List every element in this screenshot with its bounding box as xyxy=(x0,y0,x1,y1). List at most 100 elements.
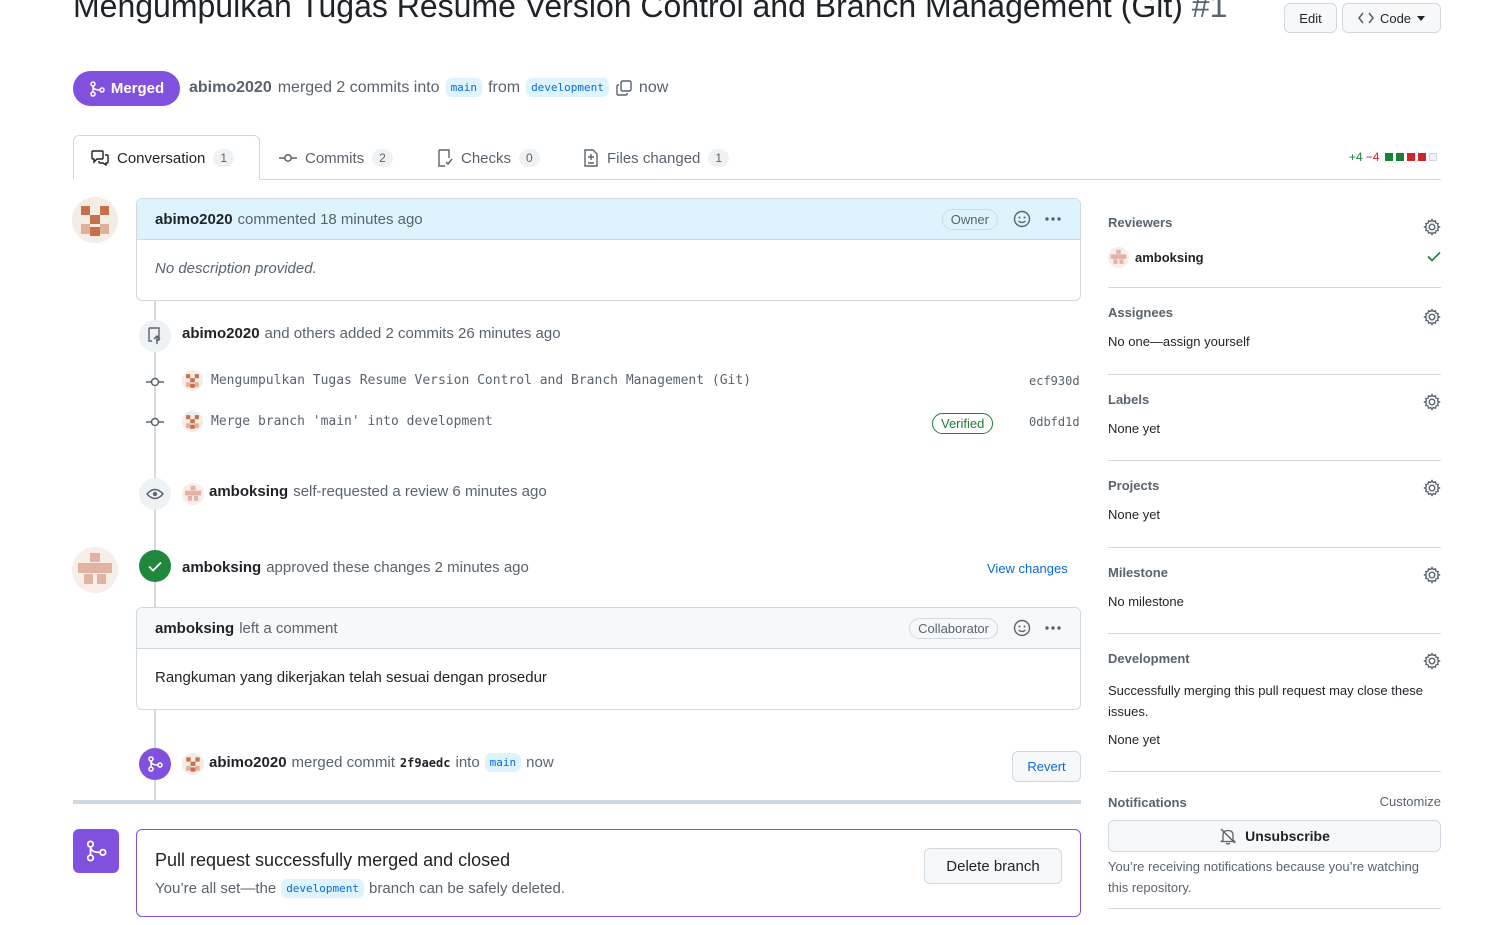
merge-status-box: Pull request successfully merged and clo… xyxy=(136,829,1081,917)
revert-button[interactable]: Revert xyxy=(1012,751,1081,782)
pr-author-link[interactable]: abimo2020 xyxy=(189,79,272,97)
commits-added-event: abimo2020 and others added 2 commits 26 … xyxy=(182,325,561,342)
comment-header: abimo2020 commented 18 minutes ago Owner xyxy=(137,199,1080,240)
gear-icon[interactable] xyxy=(1423,218,1441,236)
avatar[interactable] xyxy=(72,197,118,243)
pr-title: Mengumpulkan Tugas Resume Version Contro… xyxy=(73,0,1183,24)
merge-commit-sha[interactable]: 2f9aedc xyxy=(400,756,451,770)
event-author[interactable]: amboksing xyxy=(209,483,288,500)
unsubscribe-button[interactable]: Unsubscribe xyxy=(1108,820,1441,852)
sidebar-notifications: Notifications Customize xyxy=(1108,794,1441,810)
pr-merged-text: merged 2 commits into xyxy=(277,78,440,96)
sidebar-milestone-title[interactable]: Milestone xyxy=(1108,565,1441,580)
avatar[interactable] xyxy=(182,370,203,391)
code-button[interactable]: Code xyxy=(1342,3,1441,33)
page-title: Mengumpulkan Tugas Resume Version Contro… xyxy=(73,0,1273,30)
avatar[interactable] xyxy=(72,547,118,593)
check-icon xyxy=(139,550,171,582)
avatar[interactable] xyxy=(182,483,204,505)
comment-author[interactable]: abimo2020 xyxy=(155,211,233,228)
merge-icon xyxy=(90,80,105,97)
sidebar-projects-title[interactable]: Projects xyxy=(1108,478,1441,493)
view-changes-link[interactable]: View changes xyxy=(987,561,1068,576)
event-text: approved these changes 2 minutes ago xyxy=(266,559,529,576)
tab-commits-label: Commits xyxy=(305,149,365,167)
gear-icon[interactable] xyxy=(1423,566,1441,584)
unsubscribe-label: Unsubscribe xyxy=(1245,828,1330,844)
kebab-horizontal-icon[interactable] xyxy=(1044,625,1062,631)
commit-message-link[interactable]: Mengumpulkan Tugas Resume Version Contro… xyxy=(211,373,751,388)
sidebar-development: Development Successfully merging this pu… xyxy=(1108,651,1441,772)
merge-box-text-after: branch can be safely deleted. xyxy=(369,880,566,897)
comment-header: amboksing left a comment Collaborator xyxy=(137,608,1080,649)
gear-icon[interactable] xyxy=(1423,308,1441,326)
base-branch[interactable]: main xyxy=(484,753,522,772)
kebab-horizontal-icon[interactable] xyxy=(1044,216,1062,222)
approval-event: amboksing approved these changes 2 minut… xyxy=(182,559,529,576)
customize-link[interactable]: Customize xyxy=(1380,794,1441,809)
review-request-event: amboksing self-requested a review 6 minu… xyxy=(209,483,547,500)
file-diff-icon xyxy=(584,149,598,167)
tab-files-changed-label: Files changed xyxy=(607,149,701,167)
code-label: Code xyxy=(1379,10,1412,26)
commit-sha-link[interactable]: ecf930d xyxy=(1029,374,1080,388)
collaborator-badge: Collaborator xyxy=(909,617,998,639)
diffstat: +4 −4 xyxy=(1349,150,1438,164)
event-author[interactable]: abimo2020 xyxy=(209,754,287,771)
sidebar-development-title[interactable]: Development xyxy=(1108,651,1441,666)
edit-button[interactable]: Edit xyxy=(1284,3,1337,33)
sidebar-assignees-title[interactable]: Assignees xyxy=(1108,305,1441,320)
delete-branch-button[interactable]: Delete branch xyxy=(924,848,1062,884)
avatar[interactable] xyxy=(182,411,203,432)
tab-commits-count: 2 xyxy=(372,149,393,167)
smiley-icon[interactable] xyxy=(1013,619,1031,637)
reviewer-row[interactable]: amboksing xyxy=(1108,247,1204,268)
approved-check-icon xyxy=(1427,251,1441,262)
smiley-icon[interactable] xyxy=(1013,210,1031,228)
tab-conversation-count: 1 xyxy=(213,149,235,167)
comment-meta: left a comment xyxy=(239,619,338,637)
diffstat-block xyxy=(1385,153,1394,161)
base-branch[interactable]: main xyxy=(445,78,483,97)
commit-message-link[interactable]: Merge branch 'main' into development xyxy=(211,414,493,429)
bell-slash-icon xyxy=(1220,828,1237,845)
sidebar-labels-title[interactable]: Labels xyxy=(1108,392,1441,407)
comment-body: Rangkuman yang dikerjakan telah sesuai d… xyxy=(155,669,547,686)
head-branch[interactable]: development xyxy=(526,78,609,97)
event-text: merged commit xyxy=(291,754,395,771)
tab-checks[interactable]: Checks 0 xyxy=(437,146,540,170)
tab-files-changed[interactable]: Files changed 1 xyxy=(583,146,730,170)
sidebar-projects-value: None yet xyxy=(1108,507,1161,522)
copy-icon[interactable] xyxy=(615,79,633,97)
tab-conversation[interactable]: Conversation 1 xyxy=(91,146,235,170)
gear-icon[interactable] xyxy=(1423,479,1441,497)
gear-icon[interactable] xyxy=(1423,393,1441,411)
sidebar-assignees: Assignees No one—assign yourself xyxy=(1108,305,1441,375)
edit-label: Edit xyxy=(1299,10,1322,26)
verified-badge[interactable]: Verified xyxy=(932,413,994,434)
timeline-divider xyxy=(73,800,1081,804)
sidebar-reviewers-title[interactable]: Reviewers xyxy=(1108,215,1441,230)
comment-author[interactable]: amboksing xyxy=(155,620,234,637)
commit-sha-link[interactable]: 0dbfd1d xyxy=(1029,415,1080,429)
commit-icon xyxy=(279,154,297,162)
eye-icon xyxy=(139,478,171,510)
diffstat-additions: +4 xyxy=(1349,150,1363,164)
event-author[interactable]: abimo2020 xyxy=(182,325,260,342)
event-author[interactable]: amboksing xyxy=(182,559,261,576)
avatar[interactable] xyxy=(182,753,204,775)
merge-box-title: Pull request successfully merged and clo… xyxy=(155,850,511,870)
comment-meta[interactable]: commented 18 minutes ago xyxy=(238,211,423,228)
gear-icon[interactable] xyxy=(1423,652,1441,670)
tabs-divider xyxy=(73,179,1441,180)
sidebar-development-description: Successfully merging this pull request m… xyxy=(1108,683,1424,719)
pr-number: #1 xyxy=(1191,0,1228,24)
notification-reason: You’re receiving notifications because y… xyxy=(1108,856,1441,909)
sidebar-milestone: Milestone No milestone xyxy=(1108,565,1441,634)
owner-badge: Owner xyxy=(941,208,998,230)
head-branch[interactable]: development xyxy=(281,879,365,898)
tab-commits[interactable]: Commits 2 xyxy=(279,146,393,170)
sidebar-projects: Projects None yet xyxy=(1108,478,1441,548)
diffstat-block xyxy=(1429,153,1438,161)
assign-yourself-link[interactable]: No one—assign yourself xyxy=(1108,334,1441,349)
